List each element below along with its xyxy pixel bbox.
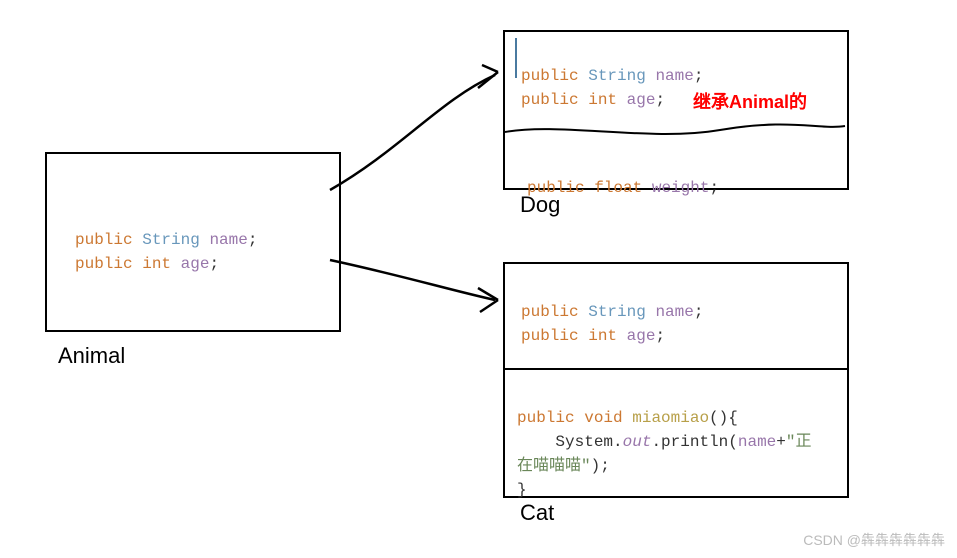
cat-code-top: public String name; public int age; — [505, 264, 847, 372]
method-name: miaomiao — [632, 409, 709, 427]
animal-label: Animal — [58, 343, 125, 369]
id-age: age — [627, 91, 656, 109]
inherit-note: 继承Animal的 — [693, 88, 807, 114]
semi: ; — [709, 179, 719, 197]
semi: ; — [655, 327, 665, 345]
cat-box: public String name; public int age; publ… — [503, 262, 849, 498]
plus: + — [776, 433, 786, 451]
id-name: name — [655, 67, 693, 85]
kw-type-int: int — [588, 91, 617, 109]
kw-type-string: String — [588, 67, 646, 85]
out: out — [623, 433, 652, 451]
println: .println( — [651, 433, 737, 451]
cat-label: Cat — [520, 500, 554, 526]
semi: ; — [209, 255, 219, 273]
watermark: CSDN @犇犇犇犇犇犇 — [803, 530, 945, 550]
kw-type-int: int — [142, 255, 171, 273]
arg-name: name — [738, 433, 776, 451]
id-weight: weight — [652, 179, 710, 197]
id-age: age — [627, 327, 656, 345]
kw-type-float: float — [594, 179, 642, 197]
kw-public: public — [75, 231, 133, 249]
id-name: name — [209, 231, 247, 249]
animal-box: public String name; public int age; — [45, 152, 341, 332]
cat-code-method: public void miaomiao(){ System.out.print… — [517, 382, 837, 526]
dog-code-top: public String name; public int age; — [505, 32, 847, 136]
str1: "正 — [786, 433, 812, 451]
kw-public: public — [521, 303, 579, 321]
kw-public: public — [521, 327, 579, 345]
dog-box: public String name; public int age; 继承An… — [503, 30, 849, 190]
semi: ; — [694, 67, 704, 85]
system: System. — [555, 433, 622, 451]
str2: 在喵喵喵" — [517, 457, 591, 475]
semi: ; — [694, 303, 704, 321]
id-name: name — [655, 303, 693, 321]
animal-code: public String name; public int age; — [47, 154, 339, 300]
kw-type-int: int — [588, 327, 617, 345]
cat-divider — [505, 368, 847, 370]
dog-label: Dog — [520, 192, 560, 218]
kw-public: public — [517, 409, 575, 427]
cursor-bar — [515, 38, 517, 78]
id-age: age — [181, 255, 210, 273]
kw-public: public — [75, 255, 133, 273]
semi: ; — [655, 91, 665, 109]
kw-type-string: String — [588, 303, 646, 321]
kw-type-string: String — [142, 231, 200, 249]
close-paren: ); — [591, 457, 610, 475]
kw-public: public — [521, 67, 579, 85]
close-brace: } — [517, 481, 527, 499]
paren: (){ — [709, 409, 738, 427]
semi: ; — [248, 231, 258, 249]
kw-public: public — [521, 91, 579, 109]
kw-void: void — [584, 409, 622, 427]
